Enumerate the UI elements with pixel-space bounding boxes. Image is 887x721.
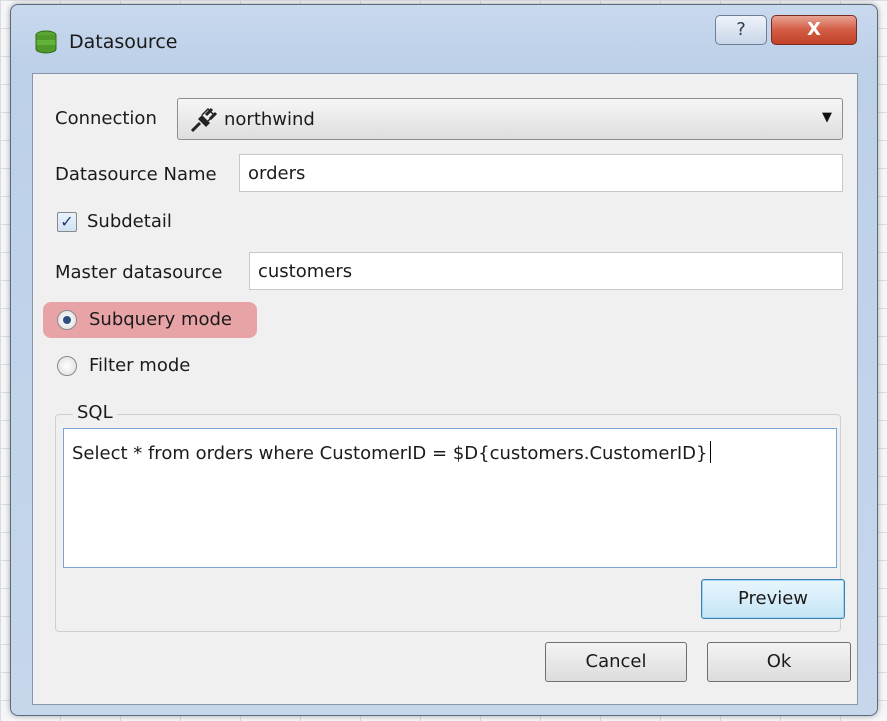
subquery-mode-radio[interactable] <box>57 310 77 330</box>
datasource-name-label: Datasource Name <box>55 164 217 185</box>
connection-label: Connection <box>55 108 157 129</box>
datasource-name-field[interactable]: orders <box>239 154 843 192</box>
ok-button[interactable]: Ok <box>707 642 851 682</box>
help-button[interactable]: ? <box>715 15 767 45</box>
subdetail-label: Subdetail <box>87 211 172 232</box>
master-datasource-field[interactable]: customers <box>249 252 843 290</box>
title-bar[interactable]: Datasource ? X <box>11 5 877 67</box>
preview-button[interactable]: Preview <box>701 579 845 619</box>
master-datasource-label: Master datasource <box>55 262 223 283</box>
sql-group-title: SQL <box>73 402 117 423</box>
datasource-dialog: Datasource ? X Connection northwind ▼ Da… <box>10 4 878 716</box>
window-title: Datasource <box>69 31 178 53</box>
cancel-button[interactable]: Cancel <box>545 642 687 682</box>
database-icon <box>33 29 59 55</box>
chevron-down-icon[interactable]: ▼ <box>822 110 832 125</box>
radio-selected-dot <box>63 316 71 324</box>
subdetail-checkbox[interactable]: ✓ <box>57 212 77 232</box>
plug-icon <box>188 107 218 133</box>
connection-select[interactable]: northwind ▼ <box>177 98 843 140</box>
sql-editor[interactable]: Select * from orders where CustomerID = … <box>63 428 837 568</box>
close-button[interactable]: X <box>771 15 857 45</box>
dialog-body: Connection northwind ▼ Datasource Name o… <box>32 73 858 705</box>
sql-query-text: Select * from orders where CustomerID = … <box>72 443 708 464</box>
text-caret <box>709 441 711 463</box>
connection-value: northwind <box>224 109 315 130</box>
filter-mode-label: Filter mode <box>89 355 191 376</box>
filter-mode-radio[interactable] <box>57 356 77 376</box>
subquery-mode-label: Subquery mode <box>89 309 232 330</box>
